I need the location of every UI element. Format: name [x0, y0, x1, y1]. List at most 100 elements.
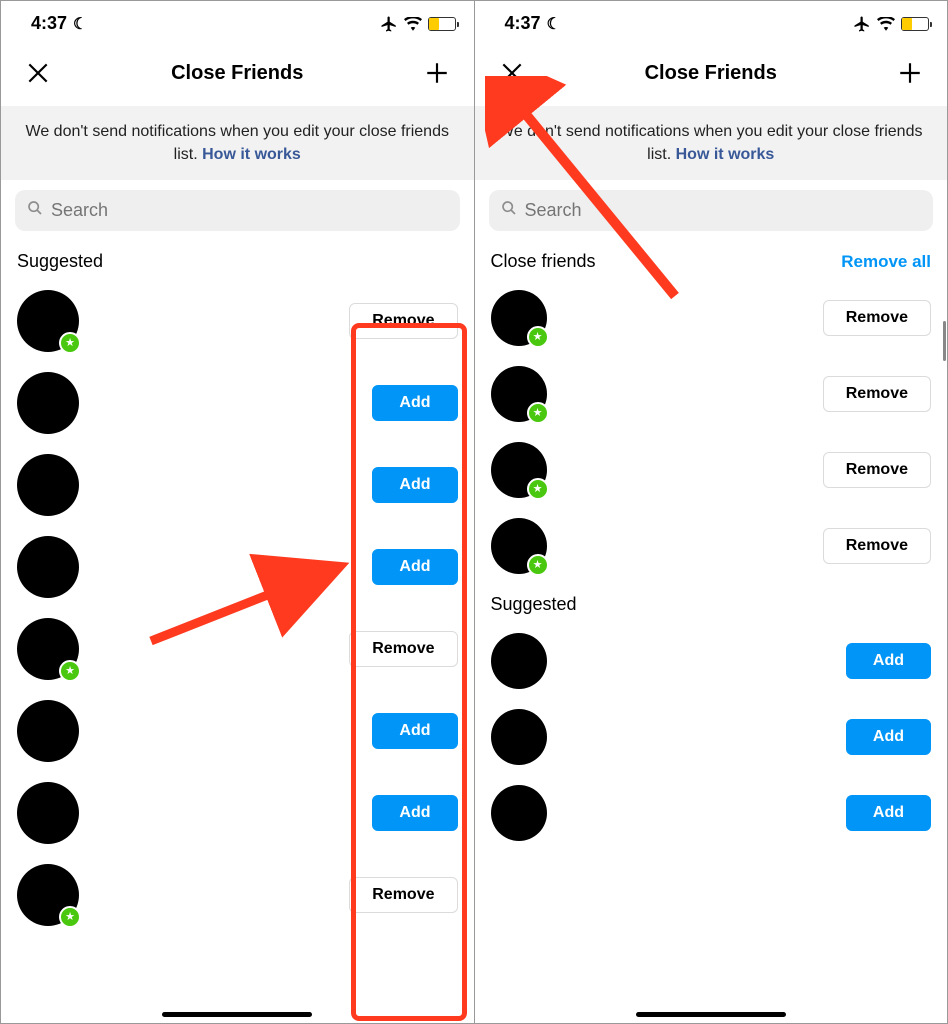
list-item: Add — [491, 775, 932, 851]
remove-button[interactable]: Remove — [349, 303, 457, 339]
page-title: Close Friends — [57, 62, 418, 85]
how-it-works-link[interactable]: How it works — [676, 146, 775, 163]
home-indicator — [162, 1012, 312, 1017]
search-container — [1, 180, 474, 241]
wifi-icon — [877, 17, 895, 31]
section-header-close-friends: Close friends Remove all — [475, 241, 948, 280]
suggested-list: Remove Add Add Add Remove Add Add Remove — [1, 280, 474, 936]
home-indicator — [636, 1012, 786, 1017]
list-item: Add — [17, 444, 458, 526]
search-icon — [501, 200, 517, 221]
search-field[interactable] — [489, 190, 934, 231]
list-item: Remove — [491, 432, 932, 508]
close-friend-star-icon — [527, 326, 549, 348]
list-item: Remove — [17, 854, 458, 936]
avatar[interactable] — [17, 536, 79, 598]
avatar[interactable] — [17, 864, 79, 926]
list-item: Add — [17, 526, 458, 608]
avatar[interactable] — [17, 372, 79, 434]
section-header-suggested: Suggested — [475, 584, 948, 623]
add-button[interactable] — [891, 54, 929, 92]
airplane-icon — [853, 15, 871, 33]
airplane-icon — [380, 15, 398, 33]
status-bar: 4:37 ☾ — [1, 1, 474, 40]
avatar[interactable] — [491, 785, 547, 841]
add-button[interactable]: Add — [846, 643, 931, 679]
close-friend-star-icon — [527, 554, 549, 576]
scroll-indicator — [943, 321, 946, 361]
close-friend-star-icon — [59, 332, 81, 354]
status-time: 4:37 — [31, 13, 67, 34]
close-friends-list: Remove Remove Remove Remove — [475, 280, 948, 584]
suggested-list: Add Add Add — [475, 623, 948, 851]
phone-right: 4:37 ☾ Close Friends We don't send notif… — [475, 1, 948, 1023]
list-item: Remove — [491, 280, 932, 356]
list-item: Add — [491, 699, 932, 775]
list-item: Remove — [17, 280, 458, 362]
list-item: Remove — [17, 608, 458, 690]
add-button[interactable]: Add — [846, 719, 931, 755]
list-item: Remove — [491, 356, 932, 432]
remove-button[interactable]: Remove — [823, 528, 931, 564]
remove-button[interactable]: Remove — [823, 300, 931, 336]
add-button[interactable]: Add — [372, 385, 457, 421]
close-icon — [25, 60, 51, 86]
phone-left: 4:37 ☾ Close Friends We don't send notif… — [1, 1, 475, 1023]
remove-button[interactable]: Remove — [349, 877, 457, 913]
plus-icon — [897, 60, 923, 86]
avatar[interactable] — [17, 454, 79, 516]
plus-icon — [424, 60, 450, 86]
list-item: Add — [17, 772, 458, 854]
avatar[interactable] — [491, 633, 547, 689]
battery-icon — [901, 17, 929, 31]
wifi-icon — [404, 17, 422, 31]
search-icon — [27, 200, 43, 221]
avatar[interactable] — [491, 290, 547, 346]
avatar[interactable] — [491, 442, 547, 498]
close-friend-star-icon — [527, 402, 549, 424]
how-it-works-link[interactable]: How it works — [202, 146, 301, 163]
dnd-icon: ☾ — [547, 14, 561, 34]
list-item: Remove — [491, 508, 932, 584]
avatar[interactable] — [17, 782, 79, 844]
remove-button[interactable]: Remove — [823, 452, 931, 488]
search-input[interactable] — [525, 200, 922, 221]
add-button[interactable]: Add — [372, 467, 457, 503]
dnd-icon: ☾ — [73, 14, 87, 34]
battery-icon — [428, 17, 456, 31]
info-banner: We don't send notifications when you edi… — [475, 106, 948, 180]
status-bar: 4:37 ☾ — [475, 1, 948, 40]
close-friend-star-icon — [59, 660, 81, 682]
status-time: 4:37 — [505, 13, 541, 34]
avatar[interactable] — [491, 709, 547, 765]
remove-button[interactable]: Remove — [823, 376, 931, 412]
search-container — [475, 180, 948, 241]
add-button[interactable]: Add — [372, 549, 457, 585]
section-title: Suggested — [17, 251, 103, 272]
list-item: Add — [17, 362, 458, 444]
close-button[interactable] — [19, 54, 57, 92]
close-friend-star-icon — [527, 478, 549, 500]
close-button[interactable] — [493, 54, 531, 92]
header: Close Friends — [1, 40, 474, 106]
add-button[interactable]: Add — [372, 713, 457, 749]
add-button[interactable]: Add — [372, 795, 457, 831]
search-input[interactable] — [51, 200, 448, 221]
header: Close Friends — [475, 40, 948, 106]
avatar[interactable] — [17, 618, 79, 680]
remove-button[interactable]: Remove — [349, 631, 457, 667]
search-field[interactable] — [15, 190, 460, 231]
close-icon — [499, 60, 525, 86]
section-header-suggested: Suggested — [1, 241, 474, 280]
section-title: Close friends — [491, 251, 596, 272]
avatar[interactable] — [491, 366, 547, 422]
page-title: Close Friends — [531, 62, 892, 85]
avatar[interactable] — [491, 518, 547, 574]
list-item: Add — [491, 623, 932, 699]
section-title: Suggested — [491, 594, 577, 615]
add-button[interactable]: Add — [846, 795, 931, 831]
avatar[interactable] — [17, 290, 79, 352]
add-button[interactable] — [418, 54, 456, 92]
remove-all-button[interactable]: Remove all — [841, 252, 931, 272]
avatar[interactable] — [17, 700, 79, 762]
